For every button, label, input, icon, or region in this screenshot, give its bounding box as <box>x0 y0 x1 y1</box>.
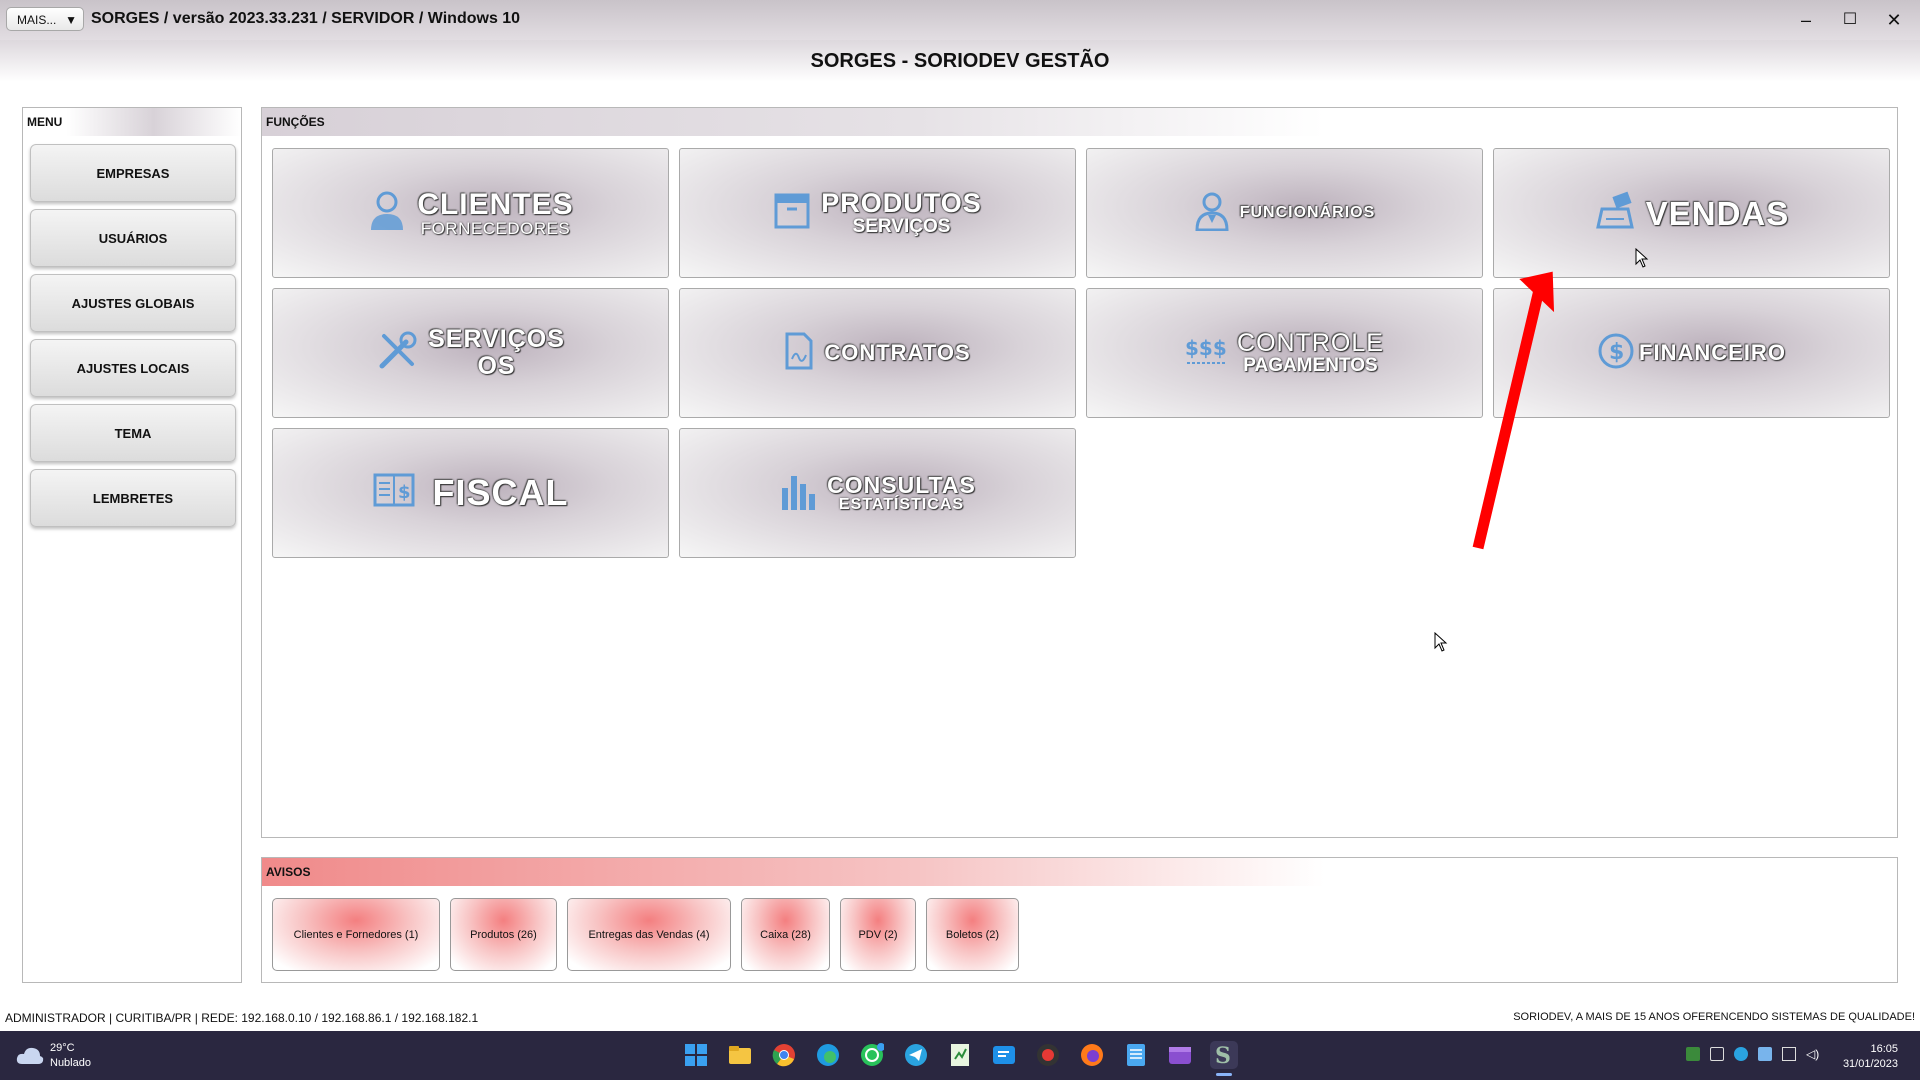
taskbar: 29°C Nublado S ◁) 16:05 31/01/2023 <box>0 1031 1920 1080</box>
bar-chart-icon <box>779 470 817 517</box>
tile-produtos[interactable]: PRODUTOS SERVIÇOS <box>679 148 1076 278</box>
avisos-panel-label: AVISOS <box>262 858 1897 886</box>
dollar-coin-icon: $ <box>1597 332 1635 375</box>
avisos-panel: AVISOS Clientes e Fornedores (1) Produto… <box>261 857 1898 983</box>
minimize-button[interactable]: – <box>1786 6 1826 34</box>
aviso-clientes-fornecedores[interactable]: Clientes e Fornedores (1) <box>272 898 440 971</box>
tile-clientes-label: CLIENTES <box>417 187 574 221</box>
tile-contratos[interactable]: CONTRATOS <box>679 288 1076 418</box>
tray-app-icon[interactable] <box>1686 1047 1700 1061</box>
tile-consultas-sublabel: ESTATÍSTICAS <box>838 495 965 513</box>
firefox-icon[interactable] <box>1078 1041 1106 1069</box>
fiscal-book-icon: $ <box>373 472 415 515</box>
aviso-entregas-vendas[interactable]: Entregas das Vendas (4) <box>567 898 731 971</box>
mais-label: MAIS... <box>17 13 57 27</box>
status-bar-right: SORIODEV, A MAIS DE 15 ANOS OFERENCENDO … <box>1513 1011 1915 1023</box>
tile-servicos[interactable]: SERVIÇOS OS <box>272 288 669 418</box>
active-app-indicator <box>1216 1073 1232 1076</box>
tile-controle-sublabel: PAGAMENTOS <box>1243 355 1378 376</box>
weather-temperature: 29°C <box>50 1042 75 1054</box>
status-bar-left: ADMINISTRADOR | CURITIBA/PR | REDE: 192.… <box>5 1011 479 1025</box>
media-icon[interactable] <box>1166 1041 1194 1069</box>
notepad-icon[interactable] <box>1122 1041 1150 1069</box>
tile-funcionarios-label: FUNCIONÁRIOS <box>1239 204 1376 221</box>
sheet-icon[interactable] <box>946 1041 974 1069</box>
tile-fiscal-label: FISCAL <box>432 472 569 513</box>
close-button[interactable]: ✕ <box>1874 6 1914 34</box>
mouse-cursor-icon <box>1635 248 1649 268</box>
cloud-weather-icon[interactable] <box>16 1044 44 1071</box>
svg-text:$$$: $$$ <box>1185 336 1227 360</box>
tile-contratos-label: CONTRATOS <box>824 340 971 365</box>
tile-controle-label: CONTROLE <box>1237 329 1384 357</box>
usb-icon[interactable] <box>1710 1047 1724 1061</box>
svg-text:S: S <box>1215 1043 1231 1067</box>
menu-item-usuarios[interactable]: USUÁRIOS <box>30 209 236 267</box>
menu-panel: MENU EMPRESAS USUÁRIOS AJUSTES GLOBAIS A… <box>22 107 242 983</box>
clock-date[interactable]: 31/01/2023 <box>1843 1058 1898 1070</box>
mais-dropdown-button[interactable]: MAIS... ▼ <box>6 7 84 31</box>
edge-icon[interactable] <box>814 1041 842 1069</box>
menu-panel-label: MENU <box>23 108 241 136</box>
title-bar: MAIS... ▼ SORGES / versão 2023.33.231 / … <box>0 0 1920 40</box>
tile-consultas[interactable]: CONSULTAS ESTATÍSTICAS <box>679 428 1076 558</box>
contract-icon <box>784 331 814 376</box>
tile-clientes[interactable]: CLIENTES FORNECEDORES <box>272 148 669 278</box>
tile-consultas-label: CONSULTAS <box>827 471 976 498</box>
aviso-pdv[interactable]: PDV (2) <box>840 898 916 971</box>
start-icon[interactable] <box>682 1041 710 1069</box>
menu-item-empresas[interactable]: EMPRESAS <box>30 144 236 202</box>
tile-vendas[interactable]: VENDAS <box>1493 148 1890 278</box>
tools-icon <box>376 330 418 377</box>
menu-item-lembretes[interactable]: LEMBRETES <box>30 469 236 527</box>
app-header-band: SORGES - SORIODEV GESTÃO <box>0 40 1920 82</box>
dropdown-arrow-icon: ▼ <box>65 13 77 27</box>
clock-time[interactable]: 16:05 <box>1870 1043 1898 1055</box>
tile-controle-pagamentos[interactable]: $$$ CONTROLE PAGAMENTOS <box>1086 288 1483 418</box>
menu-item-tema[interactable]: TEMA <box>30 404 236 462</box>
volume-icon[interactable]: ◁) <box>1806 1047 1820 1061</box>
tile-servicos-label: SERVIÇOS <box>428 325 565 353</box>
mail-icon[interactable] <box>990 1041 1018 1069</box>
sorges-icon[interactable]: S <box>1210 1041 1238 1076</box>
mouse-cursor-icon <box>1434 632 1448 652</box>
file-explorer-icon[interactable] <box>726 1041 754 1069</box>
telegram-icon[interactable] <box>902 1041 930 1069</box>
tile-funcionarios[interactable]: FUNCIONÁRIOS <box>1086 148 1483 278</box>
tile-clientes-sublabel: FORNECEDORES <box>420 218 571 238</box>
app-header-title: SORGES - SORIODEV GESTÃO <box>810 50 1110 72</box>
maximize-button[interactable]: ☐ <box>1830 6 1870 34</box>
funcoes-panel-label: FUNÇÕES <box>262 108 1897 136</box>
dollar-signs-icon: $$$ <box>1185 333 1227 374</box>
security-icon[interactable] <box>1734 1047 1748 1061</box>
menu-item-ajustes-globais[interactable]: AJUSTES GLOBAIS <box>30 274 236 332</box>
whatsapp-icon[interactable] <box>858 1041 886 1069</box>
aviso-produtos[interactable]: Produtos (26) <box>450 898 557 971</box>
tile-produtos-sublabel: SERVIÇOS <box>852 216 951 237</box>
cash-register-icon <box>1594 191 1636 236</box>
annotation-arrow <box>1472 271 1555 550</box>
tile-produtos-label: PRODUTOS <box>821 188 982 218</box>
person-icon <box>367 190 407 237</box>
app-red-icon[interactable] <box>1034 1041 1062 1069</box>
onedrive-icon[interactable] <box>1758 1047 1772 1061</box>
tile-vendas-label: VENDAS <box>1645 194 1790 232</box>
tile-servicos-sublabel: OS <box>477 352 516 380</box>
aviso-caixa[interactable]: Caixa (28) <box>741 898 830 971</box>
menu-item-ajustes-locais[interactable]: AJUSTES LOCAIS <box>30 339 236 397</box>
tile-fiscal[interactable]: $ FISCAL <box>272 428 669 558</box>
employee-icon <box>1194 191 1230 236</box>
tile-financeiro-label: FINANCEIRO <box>1639 340 1786 365</box>
box-icon <box>773 192 811 235</box>
aviso-boletos[interactable]: Boletos (2) <box>926 898 1019 971</box>
weather-description: Nublado <box>50 1057 91 1069</box>
svg-text:$: $ <box>1609 340 1624 365</box>
chrome-icon[interactable] <box>770 1041 798 1069</box>
network-icon[interactable] <box>1782 1047 1796 1061</box>
svg-text:$: $ <box>398 482 411 503</box>
window-title: SORGES / versão 2023.33.231 / SERVIDOR /… <box>91 10 521 27</box>
funcoes-panel: FUNÇÕES CLIENTES FORNECEDORES PRODUTOS S… <box>261 107 1898 838</box>
